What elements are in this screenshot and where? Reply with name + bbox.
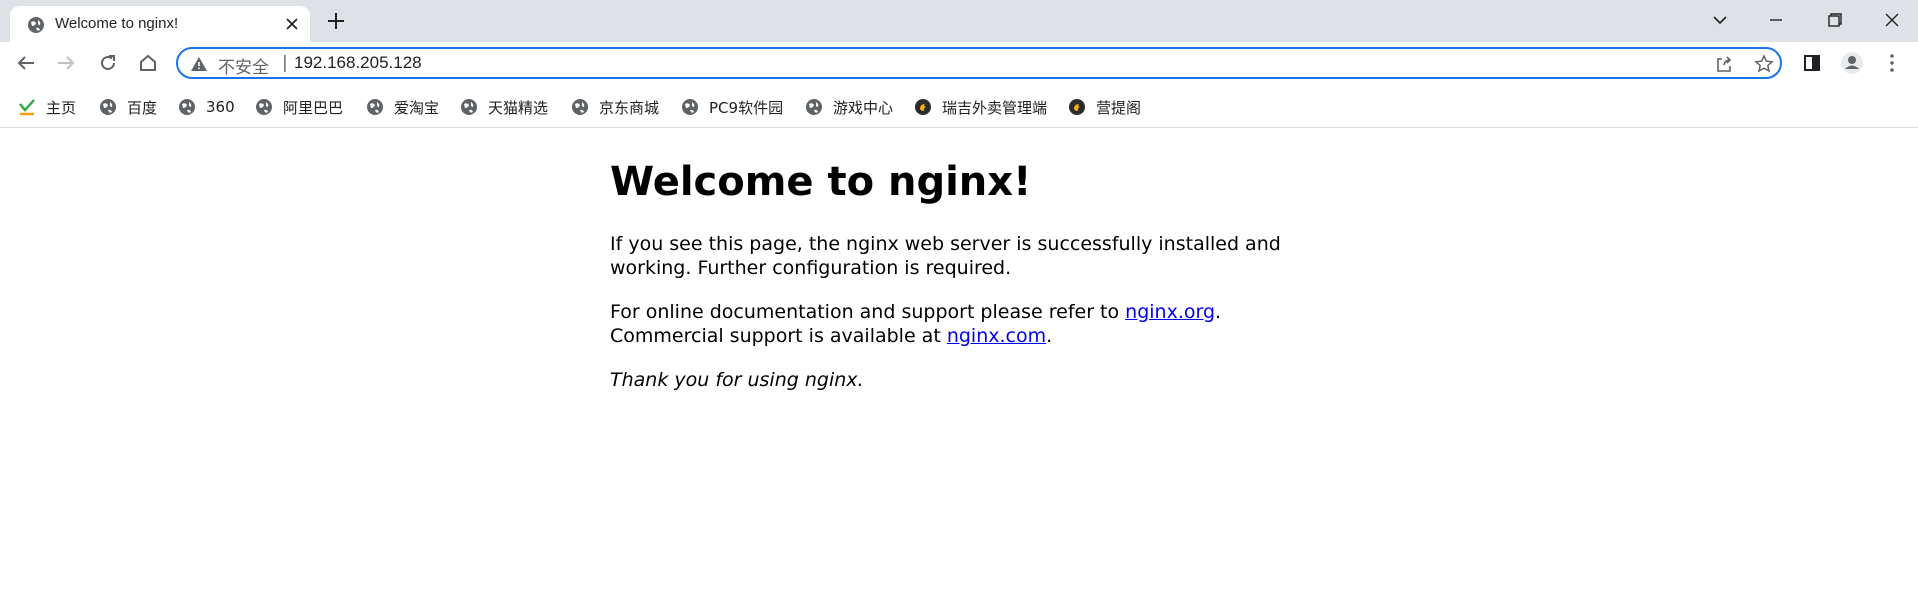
tab-title: Welcome to nginx! bbox=[55, 15, 179, 32]
forward-icon[interactable] bbox=[54, 51, 78, 75]
bookmark-item-yingtige[interactable]: 营提阁 bbox=[1068, 96, 1141, 118]
address-bar[interactable]: 不安全 | 192.168.205.128 bbox=[176, 47, 1782, 79]
nginx-com-link[interactable]: nginx.com bbox=[947, 325, 1046, 347]
warning-icon[interactable] bbox=[190, 55, 208, 73]
bookmark-label: 百度 bbox=[127, 98, 158, 117]
browser-toolbar: 不安全 | 192.168.205.128 bbox=[0, 42, 1918, 84]
new-tab-icon[interactable] bbox=[324, 9, 348, 33]
page-content: Welcome to nginx! If you see this page, … bbox=[610, 152, 1310, 391]
hao-icon bbox=[19, 99, 35, 116]
browser-tab[interactable]: Welcome to nginx! bbox=[10, 6, 310, 42]
profile-avatar-icon[interactable] bbox=[1840, 51, 1864, 75]
bookmark-label: 京东商城 bbox=[599, 98, 660, 117]
bookmarks-bar: 主页 百度 360 阿里巴巴 爱淘宝 天猫精选 京东商城 PC9软件园 游戏中心… bbox=[0, 88, 1918, 128]
bookmark-label: 游戏中心 bbox=[833, 98, 894, 117]
bookmark-label: 爱淘宝 bbox=[394, 98, 440, 117]
app-icon bbox=[1069, 99, 1085, 115]
docs-paragraph: For online documentation and support ple… bbox=[610, 300, 1221, 348]
bookmark-label: 主页 bbox=[46, 98, 77, 117]
bookmark-item-baidu[interactable]: 百度 bbox=[99, 96, 157, 118]
bookmark-item-tmall[interactable]: 天猫精选 bbox=[460, 96, 548, 118]
intro-paragraph: If you see this page, the nginx web serv… bbox=[610, 233, 1281, 279]
tab-search-chevron-icon[interactable] bbox=[1706, 8, 1734, 32]
globe-icon bbox=[100, 99, 116, 115]
app-icon bbox=[915, 99, 931, 115]
security-label[interactable]: 不安全 bbox=[218, 53, 269, 78]
security-separator: | bbox=[282, 53, 288, 73]
close-window-icon[interactable] bbox=[1878, 8, 1906, 32]
close-tab-icon[interactable] bbox=[284, 16, 300, 32]
globe-icon bbox=[179, 99, 195, 115]
page-heading: Welcome to nginx! bbox=[610, 159, 1032, 205]
bookmark-item-aitaobao[interactable]: 爱淘宝 bbox=[366, 96, 439, 118]
bookmark-label: 360 bbox=[206, 98, 235, 116]
globe-icon bbox=[367, 99, 383, 115]
restore-icon[interactable] bbox=[1820, 8, 1848, 32]
side-panel-icon[interactable] bbox=[1800, 51, 1824, 75]
bookmark-label: 瑞吉外卖管理端 bbox=[942, 98, 1048, 117]
bookmark-item-reggie-admin[interactable]: 瑞吉外卖管理端 bbox=[914, 96, 1047, 118]
tab-strip: Welcome to nginx! bbox=[0, 0, 1918, 42]
globe-icon bbox=[572, 99, 588, 115]
docs-period: . bbox=[1215, 301, 1222, 323]
bookmark-item-games[interactable]: 游戏中心 bbox=[805, 96, 893, 118]
bookmark-label: PC9软件园 bbox=[709, 98, 784, 117]
bookmark-item-jd[interactable]: 京东商城 bbox=[571, 96, 659, 118]
globe-icon bbox=[461, 99, 477, 115]
bookmark-label: 天猫精选 bbox=[488, 98, 549, 117]
globe-icon bbox=[28, 17, 44, 33]
url-text[interactable]: 192.168.205.128 bbox=[294, 53, 422, 73]
share-icon[interactable] bbox=[1714, 54, 1734, 74]
minimize-icon[interactable] bbox=[1762, 8, 1790, 32]
commercial-period: . bbox=[1046, 325, 1053, 347]
menu-icon[interactable] bbox=[1880, 51, 1904, 75]
globe-icon bbox=[682, 99, 698, 115]
commercial-text: Commercial support is available at bbox=[610, 325, 947, 347]
bookmark-item-360[interactable]: 360 bbox=[178, 96, 235, 118]
bookmark-item-home[interactable]: 主页 bbox=[18, 96, 76, 118]
globe-icon bbox=[806, 99, 822, 115]
back-icon[interactable] bbox=[14, 51, 38, 75]
bookmark-item-alibaba[interactable]: 阿里巴巴 bbox=[255, 96, 343, 118]
home-icon[interactable] bbox=[136, 51, 160, 75]
docs-text: For online documentation and support ple… bbox=[610, 301, 1126, 323]
globe-icon bbox=[256, 99, 272, 115]
thanks-paragraph: Thank you for using nginx. bbox=[610, 369, 864, 391]
bookmark-label: 阿里巴巴 bbox=[283, 98, 344, 117]
bookmark-star-icon[interactable] bbox=[1754, 54, 1774, 74]
nginx-org-link[interactable]: nginx.org bbox=[1125, 301, 1215, 323]
bookmark-label: 营提阁 bbox=[1096, 98, 1142, 117]
bookmark-item-pc9[interactable]: PC9软件园 bbox=[681, 96, 783, 118]
reload-icon[interactable] bbox=[96, 51, 120, 75]
